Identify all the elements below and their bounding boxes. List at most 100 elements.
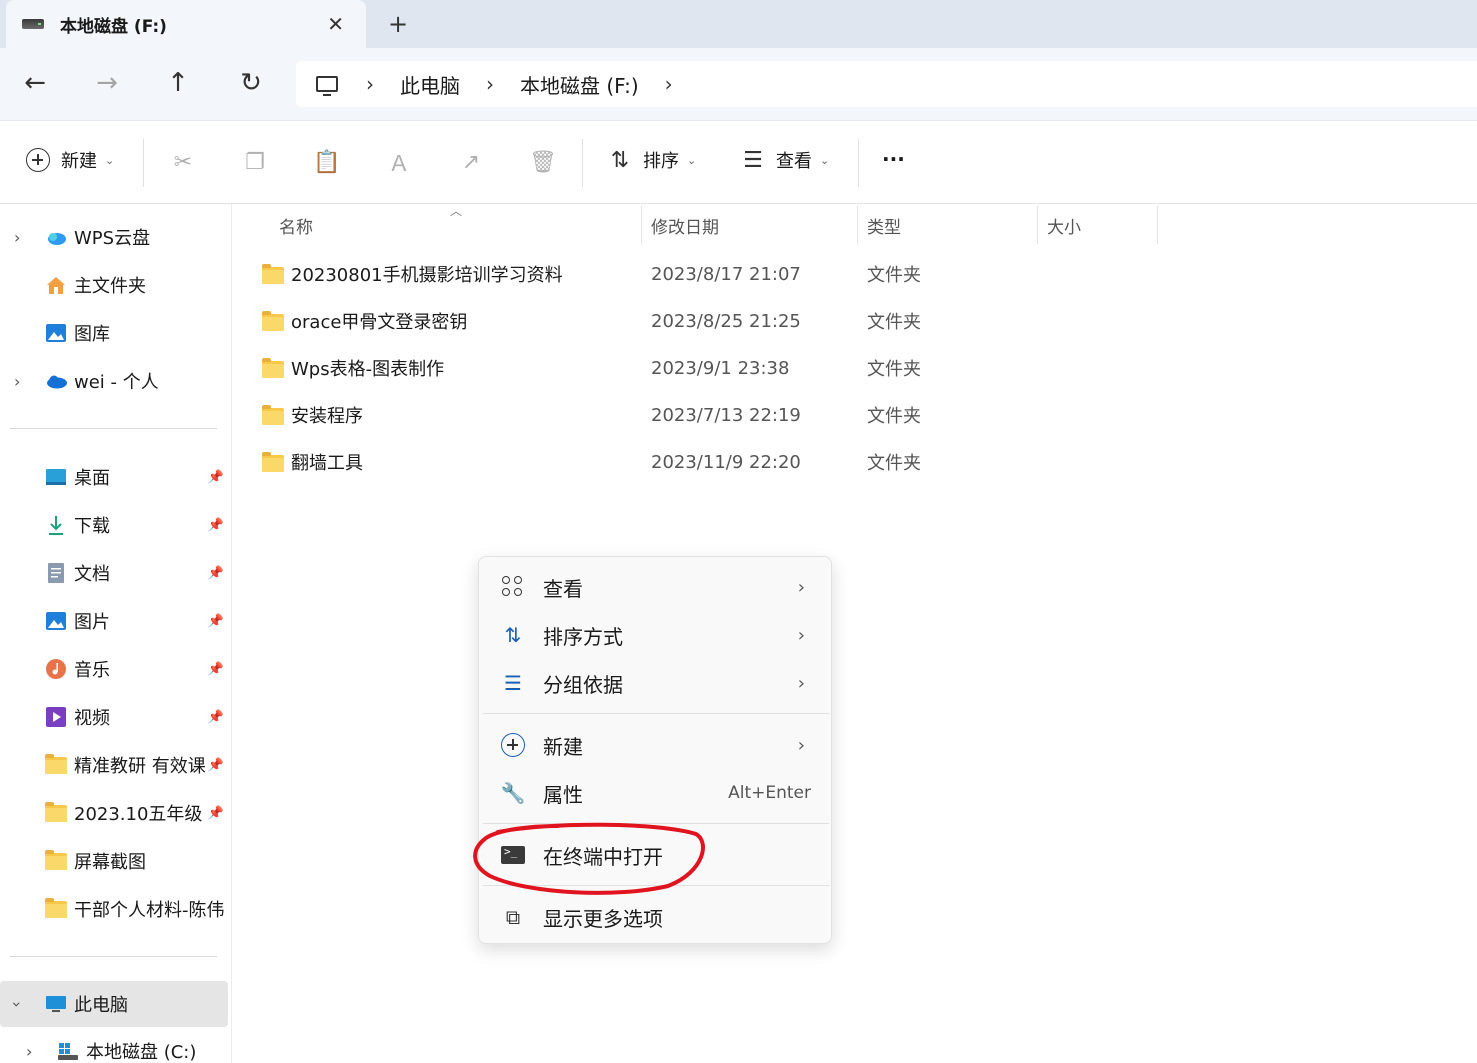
paste-icon[interactable]: 📋 xyxy=(313,149,340,175)
column-header-name[interactable]: 名称 xyxy=(279,204,313,246)
pin-icon[interactable]: 📌 xyxy=(208,614,224,629)
copy-icon[interactable]: ❐ xyxy=(242,149,268,175)
delete-icon[interactable]: 🗑 xyxy=(529,149,557,175)
refresh-button[interactable]: ↻ xyxy=(231,68,271,98)
sidebar-item-folder[interactable]: 精准教研 有效课 📌 xyxy=(0,743,228,787)
file-name: 安装程序 xyxy=(291,406,363,427)
sidebar-item-downloads[interactable]: 下载 📌 xyxy=(0,503,228,547)
cloud-icon xyxy=(48,233,66,245)
navigation-bar: ← → ↑ ↻ › 此电脑 › 本地磁盘 (F:) › xyxy=(0,48,1477,120)
up-button[interactable]: ↑ xyxy=(158,68,198,98)
file-list: ︿ 名称 修改日期 类型 大小 20230801手机摄影培训学习资料 2023/… xyxy=(232,204,1477,1063)
menu-item-view[interactable]: 查看 › xyxy=(485,565,827,609)
download-icon xyxy=(49,516,63,535)
new-tab-button[interactable]: + xyxy=(388,10,408,38)
menu-item-properties[interactable]: 🔧 属性 Alt+Enter xyxy=(485,771,827,815)
file-type: 文件夹 xyxy=(867,359,921,380)
context-menu: 查看 › ⇅ 排序方式 › ☰ 分组依据 › 新建 › 🔧 属性 Alt+Ent… xyxy=(478,556,832,944)
sidebar-item-local-disk-c[interactable]: › 本地磁盘 (C:) xyxy=(0,1029,228,1063)
menu-item-label: 在终端中打开 xyxy=(543,844,663,869)
sidebar-item-gallery[interactable]: 图库 xyxy=(0,311,228,355)
file-date: 2023/8/17 21:07 xyxy=(651,263,801,285)
collapse-chevron-icon[interactable]: › xyxy=(8,1001,27,1007)
file-type: 文件夹 xyxy=(867,265,921,286)
sidebar-item-videos[interactable]: 视频 📌 xyxy=(0,695,228,739)
menu-item-label: 新建 xyxy=(543,734,583,759)
file-date: 2023/9/1 23:38 xyxy=(651,357,790,379)
back-button[interactable]: ← xyxy=(15,68,55,98)
sidebar-item-folder[interactable]: 干部个人材料-陈伟 xyxy=(0,887,228,931)
forward-button[interactable]: → xyxy=(87,68,127,98)
sidebar-item-label: 文档 xyxy=(74,564,110,585)
menu-item-label: 查看 xyxy=(543,576,583,601)
tab-local-disk-f[interactable]: 本地磁盘 (F:) ✕ xyxy=(6,0,366,48)
menu-item-group[interactable]: ☰ 分组依据 › xyxy=(485,661,827,705)
column-header-type[interactable]: 类型 xyxy=(867,204,901,246)
sidebar-item-home[interactable]: 主文件夹 xyxy=(0,263,228,307)
breadcrumb-local-disk-f[interactable]: 本地磁盘 (F:) xyxy=(520,70,639,99)
sidebar-item-documents[interactable]: 文档 📌 xyxy=(0,551,228,595)
group-list-icon: ☰ xyxy=(504,671,522,695)
title-bar: 本地磁盘 (F:) ✕ + xyxy=(0,0,1477,48)
column-header-date[interactable]: 修改日期 xyxy=(651,204,719,246)
share-icon[interactable]: ↗ xyxy=(458,149,484,175)
gallery-icon xyxy=(46,324,66,342)
folder-icon xyxy=(262,358,284,378)
pin-icon[interactable]: 📌 xyxy=(208,806,224,821)
cut-icon[interactable]: ✂ xyxy=(170,149,196,175)
sidebar-item-wps-cloud[interactable]: › WPS云盘 xyxy=(0,215,228,259)
file-row[interactable]: 20230801手机摄影培训学习资料 2023/8/17 21:07 文件夹 xyxy=(260,254,1160,294)
new-button[interactable]: 新建 ⌄ xyxy=(25,147,114,173)
pin-icon[interactable]: 📌 xyxy=(208,710,224,725)
windows-drive-icon xyxy=(58,1043,78,1060)
file-row[interactable]: 安装程序 2023/7/13 22:19 文件夹 xyxy=(260,395,1160,435)
file-name: orace甲骨文登录密钥 xyxy=(291,312,468,333)
document-icon xyxy=(48,563,64,583)
file-row[interactable]: orace甲骨文登录密钥 2023/8/25 21:25 文件夹 xyxy=(260,301,1160,341)
pin-icon[interactable]: 📌 xyxy=(208,758,224,773)
sidebar-item-music[interactable]: 音乐 📌 xyxy=(0,647,228,691)
file-name: 20230801手机摄影培训学习资料 xyxy=(291,265,563,286)
breadcrumb-this-pc[interactable]: 此电脑 xyxy=(400,70,460,99)
pin-icon[interactable]: 📌 xyxy=(208,566,224,581)
pin-icon[interactable]: 📌 xyxy=(208,470,224,485)
sidebar-item-desktop[interactable]: 桌面 📌 xyxy=(0,455,228,499)
rename-icon[interactable]: Ａ xyxy=(386,149,412,177)
tab-close-button[interactable]: ✕ xyxy=(327,12,344,36)
sort-button[interactable]: ⇅ 排序 ⌄ xyxy=(607,147,696,173)
sidebar-item-pictures[interactable]: 图片 📌 xyxy=(0,599,228,643)
chevron-down-icon: ⌄ xyxy=(820,153,830,167)
address-bar[interactable]: › 此电脑 › 本地磁盘 (F:) › xyxy=(296,61,1477,107)
sidebar-item-this-pc[interactable]: › 此电脑 xyxy=(0,981,228,1027)
sidebar-item-onedrive[interactable]: › wei - 个人 xyxy=(0,359,228,403)
folder-icon xyxy=(45,802,67,824)
menu-item-sort[interactable]: ⇅ 排序方式 › xyxy=(485,613,827,657)
column-divider[interactable] xyxy=(1157,206,1158,244)
more-options-button[interactable]: ··· xyxy=(882,147,905,171)
menu-item-new[interactable]: 新建 › xyxy=(485,723,827,767)
view-label: 查看 xyxy=(776,151,812,172)
file-row[interactable]: Wps表格-图表制作 2023/9/1 23:38 文件夹 xyxy=(260,348,1160,388)
sidebar-item-folder[interactable]: 2023.10五年级 📌 xyxy=(0,791,228,835)
pin-icon[interactable]: 📌 xyxy=(208,662,224,677)
expand-chevron-icon[interactable]: › xyxy=(14,228,20,247)
breadcrumb-separator[interactable]: › xyxy=(366,72,374,96)
menu-item-show-more-options[interactable]: ⧉ 显示更多选项 xyxy=(485,895,827,939)
external-link-icon: ⧉ xyxy=(505,905,521,929)
breadcrumb-separator[interactable]: › xyxy=(486,72,494,96)
sidebar-item-label: 2023.10五年级 xyxy=(74,804,203,825)
file-row[interactable]: 翻墙工具 2023/11/9 22:20 文件夹 xyxy=(260,442,1160,482)
breadcrumb-separator[interactable]: › xyxy=(665,72,673,96)
sidebar-item-folder[interactable]: 屏幕截图 xyxy=(0,839,228,883)
column-header-size[interactable]: 大小 xyxy=(1047,204,1081,246)
expand-chevron-icon[interactable]: › xyxy=(14,372,20,391)
pin-icon[interactable]: 📌 xyxy=(208,518,224,533)
sidebar-item-label: 图库 xyxy=(74,324,110,345)
expand-chevron-icon[interactable]: › xyxy=(26,1042,32,1061)
menu-item-open-in-terminal[interactable]: 在终端中打开 xyxy=(485,833,827,877)
column-divider[interactable] xyxy=(857,206,858,244)
chevron-right-icon: › xyxy=(797,734,805,756)
column-divider[interactable] xyxy=(1037,206,1038,244)
view-button[interactable]: ☰ 查看 ⌄ xyxy=(740,147,829,173)
column-divider[interactable] xyxy=(641,206,642,244)
